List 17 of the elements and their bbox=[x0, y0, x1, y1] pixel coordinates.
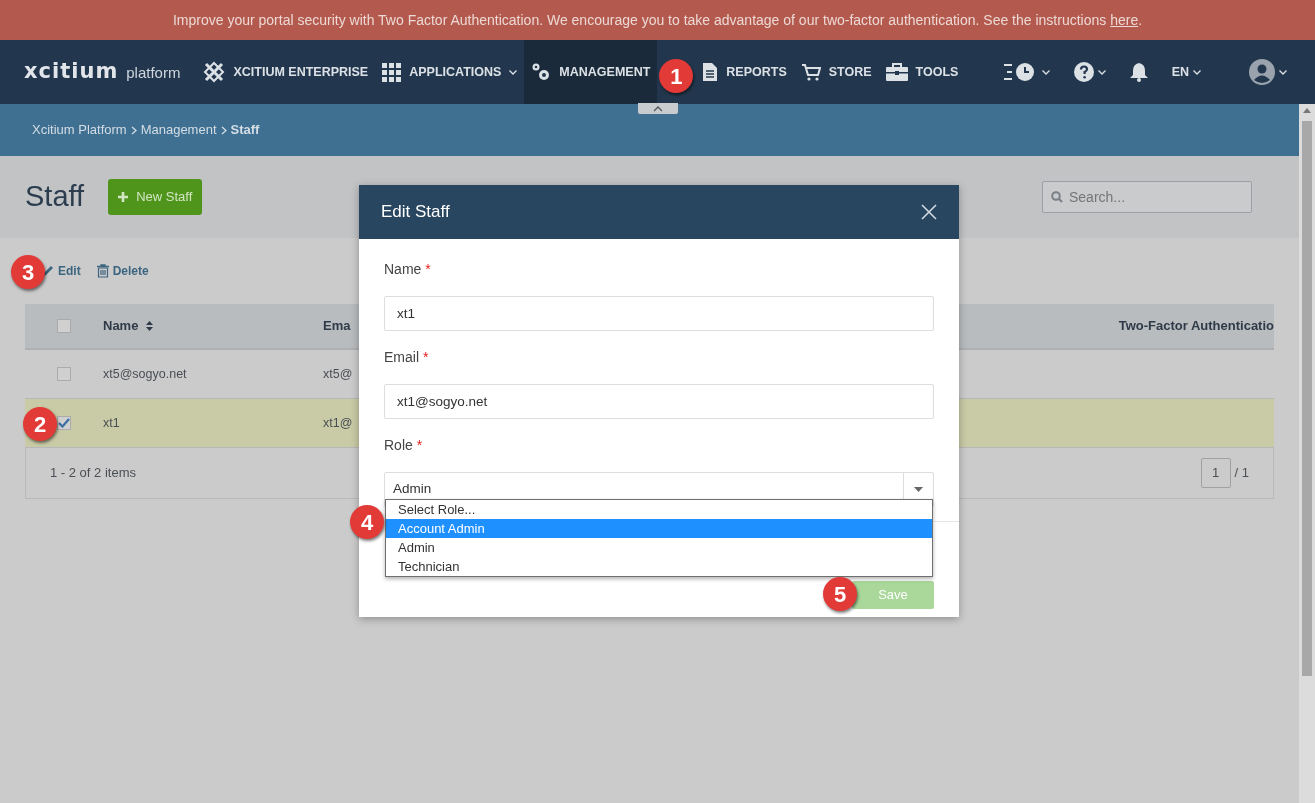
page-total: / 1 bbox=[1234, 464, 1249, 483]
banner-text: Improve your portal security with Two Factor Authentication. We encourage you to take advantage of our two-factor authentication. See the instructions here. bbox=[172, 10, 1143, 30]
modal-title: Edit Staff bbox=[381, 201, 450, 224]
table-cell: xt5@sogyo.net bbox=[103, 367, 187, 382]
table-cell: xt5@ bbox=[323, 367, 353, 382]
field-label: Role * bbox=[384, 436, 424, 455]
logo-wordmark: xcitium bbox=[24, 58, 119, 86]
logo-subtitle: platform bbox=[126, 63, 181, 84]
breadcrumb-item: Staff bbox=[230, 121, 260, 140]
step-marker: 3 bbox=[11, 255, 45, 289]
table-cell: xt1 bbox=[103, 416, 120, 431]
field-label: Name * bbox=[384, 260, 432, 279]
pagination-summary: 1 - 2 of 2 items bbox=[50, 464, 136, 483]
field-label: Email * bbox=[384, 348, 430, 367]
table-cell: xt1@ bbox=[323, 416, 353, 431]
page-title: Staff bbox=[25, 179, 85, 215]
step-marker: 4 bbox=[350, 505, 384, 539]
